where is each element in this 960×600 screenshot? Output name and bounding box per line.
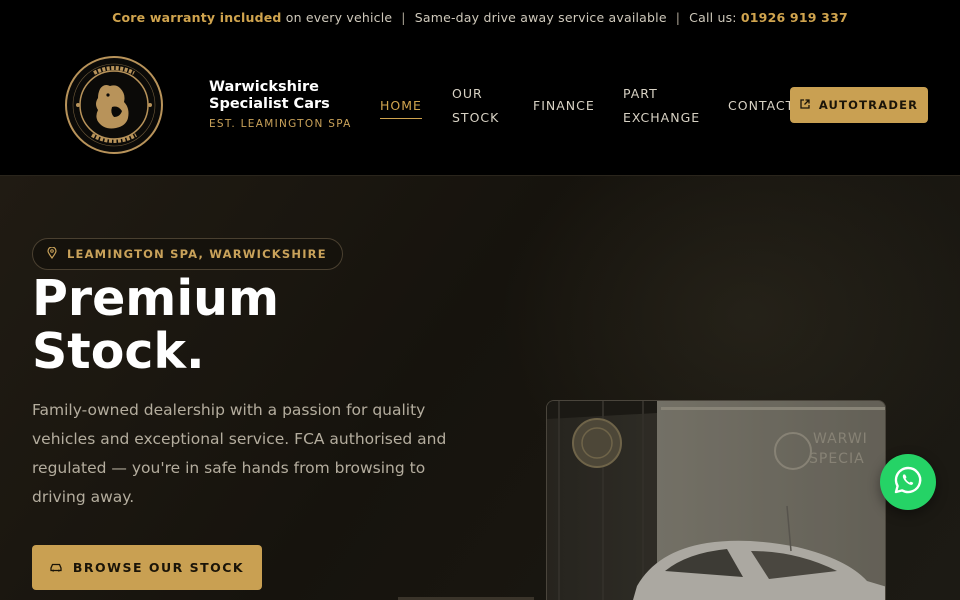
brand-tagline: EST. LEAMINGTON SPA [209, 118, 352, 130]
separator: | [675, 9, 681, 25]
hero-title: Premium Stock. [32, 272, 452, 378]
hero-description: Family-owned dealership with a passion f… [32, 401, 447, 506]
bear-seal-logo[interactable] [64, 55, 164, 155]
browse-stock-label: BROWSE OUR STOCK [72, 560, 245, 575]
nav-contact[interactable]: CONTACT [728, 94, 794, 118]
warranty-text: on every vehicle [281, 9, 393, 25]
location-pill: LEAMINGTON SPA, WARWICKSHIRE [32, 238, 343, 270]
nav-our-stock[interactable]: OUR STOCK [452, 82, 504, 130]
phone-link[interactable]: 01926 919 337 [741, 10, 848, 25]
separator: | [401, 9, 406, 25]
whatsapp-button[interactable] [880, 454, 936, 510]
nav-home[interactable]: HOME [380, 94, 422, 119]
showroom-car-photo: WARWI SPECIA [546, 400, 886, 600]
sameday-text: Same-day drive away service available [414, 9, 667, 25]
browse-stock-button[interactable]: BROWSE OUR STOCK [32, 545, 262, 590]
external-link-icon [800, 98, 810, 112]
location-text: LEAMINGTON SPA, WARWICKSHIRE [67, 247, 327, 261]
warranty-highlight: Core warranty included [112, 9, 282, 25]
hero-title-line1: Premium [32, 270, 280, 327]
map-pin-icon [47, 245, 57, 262]
autotrader-label: AUTOTRADER [818, 98, 919, 112]
nav-finance[interactable]: FINANCE [533, 94, 595, 118]
autotrader-button[interactable]: AUTOTRADER [790, 87, 928, 123]
nav-part-exchange[interactable]: PART EXCHANGE [623, 82, 703, 130]
call-label: Call us: [689, 9, 741, 25]
whatsapp-icon [893, 465, 923, 499]
car-icon [50, 560, 62, 575]
announcement-bar: Core warranty included on every vehicle … [0, 0, 960, 34]
site-header: Warwickshire Specialist Cars EST. LEAMIN… [0, 34, 960, 176]
hero-section: LEAMINGTON SPA, WARWICKSHIRE Premium Sto… [0, 176, 960, 600]
brand-name: Warwickshire Specialist Cars [209, 79, 330, 112]
hero-title-line2: Stock. [32, 323, 205, 380]
brand-block[interactable]: Warwickshire Specialist Cars EST. LEAMIN… [209, 79, 352, 130]
